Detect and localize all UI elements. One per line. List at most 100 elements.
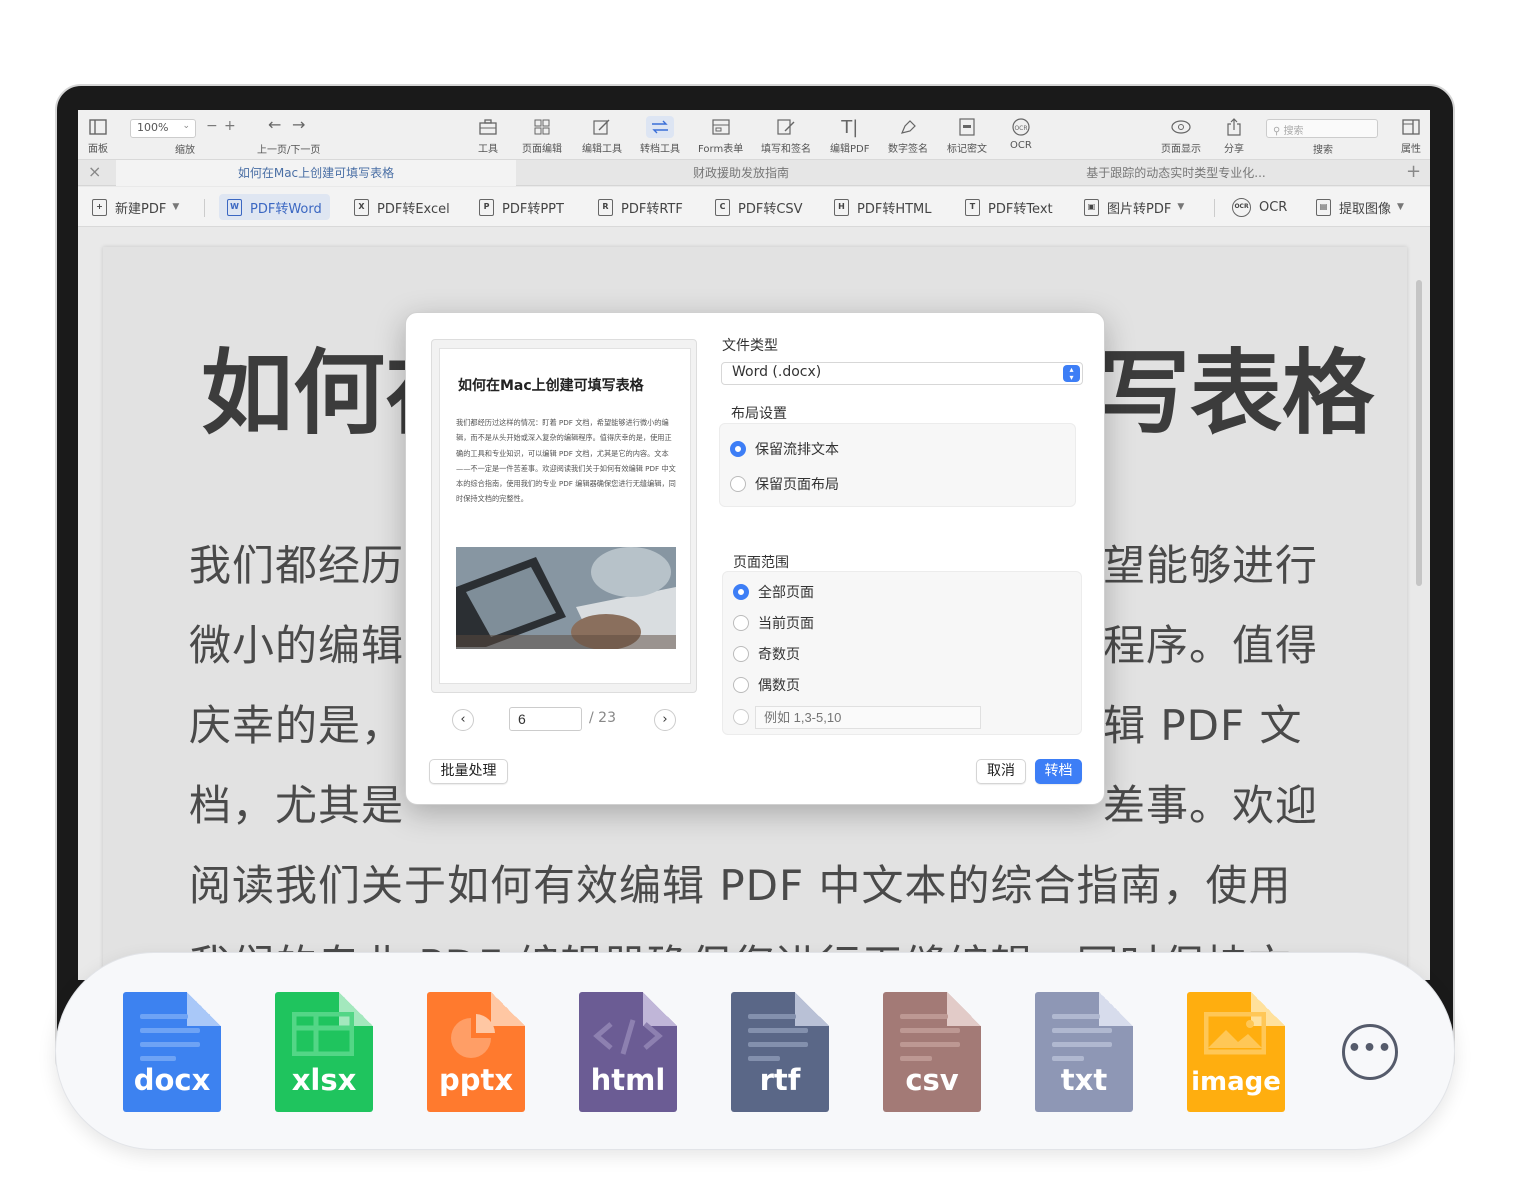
- convert-button[interactable]: 转档: [1035, 759, 1082, 784]
- image-format-icon[interactable]: image: [1187, 992, 1285, 1112]
- form-button[interactable]: Form表单: [698, 116, 743, 155]
- zoom-select[interactable]: 100% ⌄: [130, 119, 196, 138]
- pdf-to-text-button[interactable]: T PDF转Text: [957, 194, 1061, 220]
- extract-image-icon: ▤: [1316, 198, 1331, 216]
- pptx-format-icon[interactable]: pptx: [427, 992, 525, 1112]
- page-display-button[interactable]: 页面显示: [1161, 116, 1201, 155]
- radio-unselected[interactable]: [733, 615, 749, 631]
- pdf-to-csv-button[interactable]: C PDF转CSV: [707, 194, 811, 220]
- range-option-all[interactable]: 全部页面: [733, 582, 814, 602]
- edit-tools-button[interactable]: 编辑工具: [582, 116, 622, 155]
- tools-button[interactable]: 工具: [478, 116, 498, 155]
- image-to-pdf-label: 图片转PDF: [1107, 201, 1172, 217]
- vertical-scrollbar[interactable]: [1416, 280, 1422, 586]
- radio-unselected[interactable]: [730, 476, 746, 492]
- custom-range-input[interactable]: [755, 706, 981, 729]
- radio-unselected[interactable]: [733, 646, 749, 662]
- format-name: html: [590, 1063, 666, 1097]
- pdf-to-word-button[interactable]: W PDF转Word: [219, 194, 330, 220]
- image-to-pdf-button[interactable]: ▣ 图片转PDF ▼: [1076, 194, 1192, 220]
- range-option-current[interactable]: 当前页面: [733, 613, 814, 633]
- digital-sign-button[interactable]: 数字签名: [888, 116, 928, 155]
- pdf-to-html-button[interactable]: H PDF转HTML: [826, 194, 940, 220]
- file-type-label: 文件类型: [722, 338, 778, 354]
- extract-image-button[interactable]: ▤ 提取图像 ▼: [1308, 194, 1412, 220]
- docx-format-icon[interactable]: docx: [123, 992, 221, 1112]
- ocr-convert-button[interactable]: OCR OCR: [1224, 194, 1295, 220]
- pdf-to-excel-button[interactable]: X PDF转Excel: [346, 194, 458, 220]
- text-lines: [140, 1014, 200, 1070]
- format-name: docx: [133, 1063, 211, 1097]
- xlsx-format-icon[interactable]: xlsx: [275, 992, 373, 1112]
- pdf-to-rtf-button[interactable]: R PDF转RTF: [590, 194, 691, 220]
- new-pdf-button[interactable]: + 新建PDF ▼: [84, 194, 187, 220]
- tab-document-2[interactable]: 财政援助发放指南: [516, 160, 966, 186]
- preview-text: 我们都经历过这样的情况：盯着 PDF 文档，希望能够进行微小的编辑，而不是从头开…: [456, 418, 676, 504]
- panel-button[interactable]: 面板: [88, 116, 108, 155]
- rtf-file-icon: R: [598, 198, 613, 216]
- radio-unselected[interactable]: [733, 709, 749, 725]
- layout-option-flow[interactable]: 保留流排文本: [730, 439, 839, 459]
- edit-icon: [593, 116, 611, 138]
- batch-process-button[interactable]: 批量处理: [429, 759, 508, 784]
- tab-document-3[interactable]: 基于跟踪的动态实时类型专业化...: [966, 160, 1386, 186]
- document-line-right: 差事。欢迎: [1103, 781, 1319, 830]
- layout-option-label: 保留流排文本: [755, 442, 839, 458]
- redact-button[interactable]: 标记密文: [947, 116, 987, 155]
- more-formats-button[interactable]: •••: [1342, 1024, 1398, 1080]
- ppt-file-icon: P: [479, 198, 494, 216]
- next-page-button[interactable]: ›: [654, 709, 676, 731]
- range-option-odd[interactable]: 奇数页: [733, 644, 800, 664]
- convert-tools-label: 转档工具: [640, 144, 680, 155]
- properties-button[interactable]: 属性: [1401, 116, 1421, 155]
- txt-format-icon[interactable]: txt: [1035, 992, 1133, 1112]
- format-name: txt: [1060, 1063, 1108, 1097]
- radio-unselected[interactable]: [733, 677, 749, 693]
- pdf-to-ppt-button[interactable]: P PDF转PPT: [471, 194, 572, 220]
- radio-selected[interactable]: [733, 584, 749, 600]
- file-type-select[interactable]: Word (.docx) ▴ ▾: [721, 362, 1083, 385]
- range-option-even[interactable]: 偶数页: [733, 675, 800, 695]
- ocr-button[interactable]: OCR OCR: [1010, 116, 1032, 151]
- ocr-icon: OCR: [1011, 116, 1031, 138]
- text-lines: [748, 1014, 808, 1070]
- main-toolbar: 面板 100% ⌄ − + 缩放 ← → 上一页/下一页 工具 页面编辑 编辑工…: [78, 110, 1430, 160]
- svg-text:OCR: OCR: [1014, 125, 1027, 132]
- convert-tools-button[interactable]: 转档工具: [640, 116, 680, 155]
- radio-selected[interactable]: [730, 441, 746, 457]
- excel-file-icon: X: [354, 198, 369, 216]
- add-tab-icon[interactable]: +: [1406, 161, 1421, 182]
- share-button[interactable]: 分享: [1224, 116, 1244, 155]
- zoom-in-button[interactable]: +: [224, 118, 236, 134]
- close-tab-icon[interactable]: ×: [88, 162, 101, 181]
- document-title-right: 写表格: [1098, 340, 1375, 447]
- page-number-input[interactable]: [509, 707, 582, 731]
- zoom-out-button[interactable]: −: [206, 118, 218, 134]
- tab-document-1[interactable]: 如何在Mac上创建可填写表格: [116, 160, 516, 186]
- format-name: image: [1191, 1067, 1281, 1097]
- fill-sign-button[interactable]: 填写和签名: [761, 116, 811, 155]
- page-edit-label: 页面编辑: [522, 144, 562, 155]
- next-page-button[interactable]: →: [292, 115, 305, 134]
- page-edit-button[interactable]: 页面编辑: [522, 116, 562, 155]
- digital-sign-label: 数字签名: [888, 144, 928, 155]
- document-line: 阅读我们关于如何有效编辑 PDF 中文本的综合指南，使用: [189, 861, 1292, 910]
- convert-toolbar: + 新建PDF ▼ W PDF转Word X PDF转Excel P PDF转P…: [78, 187, 1430, 227]
- csv-format-icon[interactable]: csv: [883, 992, 981, 1112]
- edit-pdf-button[interactable]: T| 编辑PDF: [830, 116, 869, 156]
- grid-icon: [534, 116, 550, 138]
- html-format-icon[interactable]: html: [579, 992, 677, 1112]
- zoom-value: 100%: [137, 121, 169, 134]
- convert-dialog: 如何在Mac上创建可填写表格 我们都经历过这样的情况：盯着 PDF 文档，希望能…: [405, 312, 1105, 805]
- layout-option-page[interactable]: 保留页面布局: [730, 474, 839, 494]
- redact-icon: [959, 116, 975, 138]
- cancel-button[interactable]: 取消: [976, 759, 1026, 784]
- rtf-format-icon[interactable]: rtf: [731, 992, 829, 1112]
- search-input[interactable]: ⚲ 搜索: [1266, 119, 1378, 138]
- html-file-icon: H: [834, 198, 849, 216]
- prev-page-button[interactable]: ‹: [452, 709, 474, 731]
- dropdown-arrow-icon: ▼: [1177, 202, 1185, 212]
- prev-page-button[interactable]: ←: [268, 115, 281, 134]
- chevron-down-icon: ⌄: [182, 121, 190, 131]
- document-line-right: 辑 PDF 文: [1103, 701, 1303, 750]
